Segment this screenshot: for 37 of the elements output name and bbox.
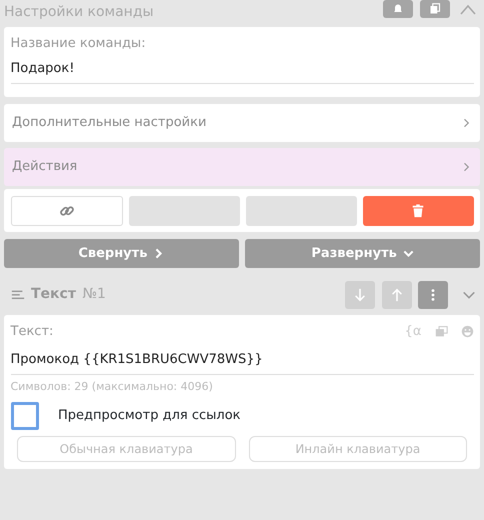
gallery-icon[interactable] — [434, 325, 448, 338]
block-title: Текст — [31, 285, 76, 304]
name-field[interactable]: Подарок! — [10, 56, 474, 84]
action-button[interactable] — [246, 196, 357, 226]
character-counter: Символов: 29 (максимально: 4096) — [10, 378, 214, 394]
text-field[interactable]: Промокод {{KR1S1BRU6CWV78WS}} — [10, 348, 474, 376]
bell-icon — [392, 3, 404, 15]
bell-button[interactable] — [383, 0, 413, 18]
chevron-up-icon — [460, 2, 476, 16]
keyboard-button[interactable]: Инлайн клавиатура — [248, 436, 467, 462]
chevron-right-icon — [153, 248, 164, 259]
more-button[interactable] — [418, 280, 448, 309]
arrow-up-icon — [390, 288, 404, 302]
field-label: Текст: — [10, 322, 54, 341]
section-header[interactable]: Дополнительные настройки — [4, 104, 480, 142]
collapse-button[interactable]: Свернуть — [4, 238, 239, 268]
block-number: №1 — [82, 285, 106, 304]
section-header[interactable]: Действия — [4, 148, 480, 186]
delete-button[interactable] — [363, 196, 474, 226]
checkbox-label: Предпросмотр для ссылок — [58, 406, 241, 425]
chevron-down-icon — [462, 290, 476, 300]
expand-button[interactable]: Развернуть — [245, 238, 480, 268]
field-label: Название команды: — [10, 34, 147, 53]
copy-button[interactable] — [420, 0, 450, 18]
copy-icon — [428, 3, 440, 15]
text-lines-icon — [10, 288, 24, 302]
checkbox[interactable] — [10, 402, 38, 430]
move-down-button[interactable] — [345, 280, 376, 309]
link-button[interactable] — [10, 196, 123, 226]
name-field-card[interactable]: Название команды: Подарок! — [4, 27, 480, 97]
arrow-down-icon — [353, 288, 368, 302]
keyboard-button[interactable]: Обычная клавиатура — [17, 436, 236, 462]
emoji-icon[interactable] — [460, 325, 474, 338]
move-up-button[interactable] — [382, 280, 412, 309]
window-title: Настройки команды — [4, 2, 154, 22]
action-button[interactable] — [129, 196, 240, 226]
trash-icon — [411, 202, 426, 219]
